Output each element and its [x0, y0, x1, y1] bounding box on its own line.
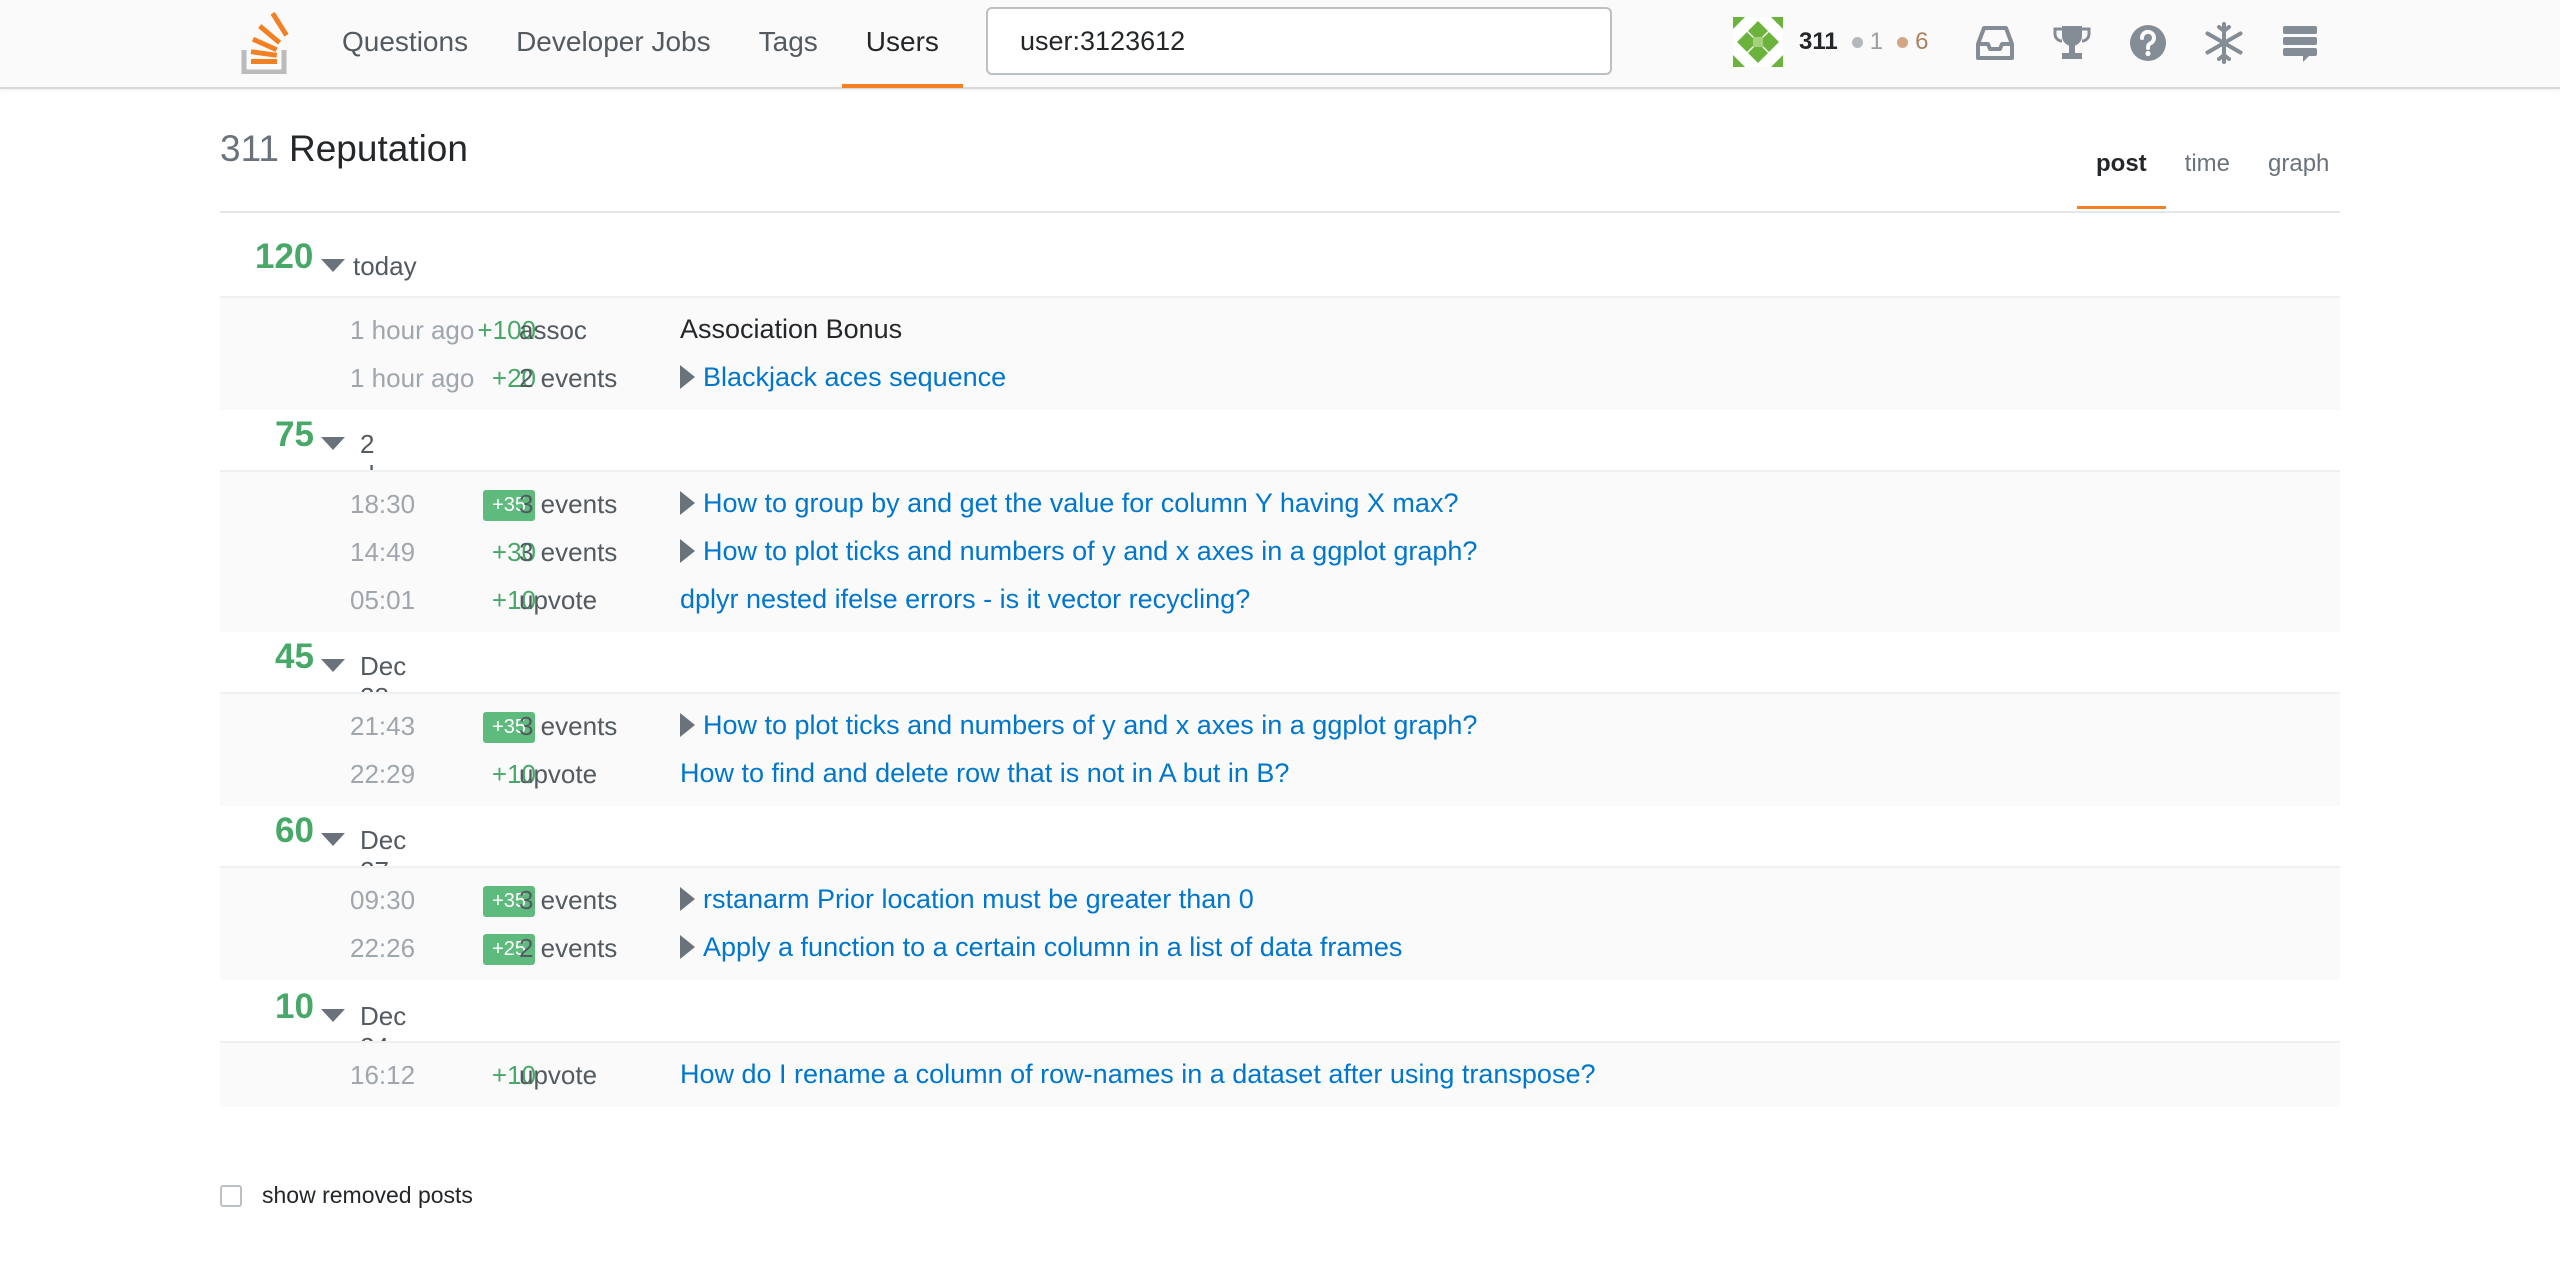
nav-users[interactable]: Users: [841, 0, 963, 88]
inbox-icon[interactable]: [1972, 20, 2018, 66]
reputation-total: 311: [220, 128, 279, 169]
collapse-caret-icon[interactable]: [321, 659, 345, 672]
event-time: 22:29: [350, 759, 416, 789]
user-reputation: 311: [1799, 28, 1838, 55]
collapse-caret-icon[interactable]: [321, 833, 345, 846]
nav-tags[interactable]: Tags: [735, 0, 842, 88]
nav-questions[interactable]: Questions: [318, 0, 492, 88]
reputation-label: Reputation: [289, 128, 468, 169]
bronze-badge-count: 6: [1897, 28, 1928, 56]
day-total: 60: [275, 811, 314, 850]
reputation-row: +30 14:49 3 events How to plot ticks and nu…: [220, 529, 2340, 577]
reputation-row: +25 22:26 2 events Apply a function to a ce…: [220, 925, 2340, 973]
show-removed-posts[interactable]: show removed posts: [220, 1182, 473, 1209]
post-link[interactable]: dplyr nested ifelse errors - is it vecto…: [680, 584, 1250, 615]
post-link[interactable]: Blackjack aces sequence: [703, 362, 1006, 393]
event-time: 18:30: [350, 489, 416, 519]
event-time: 21:43: [350, 711, 416, 741]
user-card[interactable]: 311 1 6: [1733, 16, 1942, 68]
event-time: 05:01: [350, 585, 416, 615]
silver-badge-value: 1: [1869, 28, 1884, 55]
tab-post[interactable]: post: [2077, 140, 2166, 209]
post-link[interactable]: How do I rename a column of row-names in…: [680, 1059, 1595, 1090]
silver-badge-icon: [1851, 36, 1863, 48]
main-nav: Questions Developer Jobs Tags Users: [318, 0, 963, 88]
page-title: 311 Reputation: [220, 128, 468, 170]
expand-arrow-icon[interactable]: [680, 935, 695, 959]
reputation-row: +35 21:43 3 events How to plot ticks and nu…: [220, 703, 2340, 751]
day-total: 75: [275, 415, 314, 454]
expand-arrow-icon[interactable]: [680, 539, 695, 563]
collapse-caret-icon[interactable]: [321, 259, 345, 272]
post-link[interactable]: How to find and delete row that is not i…: [680, 758, 1289, 789]
day-total: 120: [255, 237, 314, 276]
review-queue-icon[interactable]: [2201, 20, 2247, 66]
reputation-row: +100 1 hour ago assoc Association Bonus: [220, 307, 2340, 355]
tab-time[interactable]: time: [2166, 140, 2249, 209]
event-time: 14:49: [350, 537, 416, 567]
view-tabs: post time graph: [2077, 140, 2348, 209]
search-input[interactable]: [986, 7, 1612, 75]
post-link[interactable]: How to plot ticks and numbers of y and x…: [703, 710, 1477, 741]
collapse-caret-icon[interactable]: [321, 437, 345, 450]
top-bar: Questions Developer Jobs Tags Users 311 …: [0, 0, 2560, 89]
post-link[interactable]: Apply a function to a certain column in …: [703, 932, 1402, 963]
day-events: +35 18:30 3 events How to group by and get …: [220, 470, 2340, 632]
event-type: 3 events: [519, 537, 618, 567]
event-time: 1 hour ago: [350, 363, 475, 393]
trophy-icon[interactable]: [2049, 20, 2095, 66]
day-total: 45: [275, 637, 314, 676]
expand-arrow-icon[interactable]: [680, 887, 695, 911]
expand-arrow-icon[interactable]: [680, 713, 695, 737]
day-events: +100 1 hour ago assoc Association Bonus +20 1…: [220, 296, 2340, 410]
reputation-row: +10 05:01 upvote dplyr nested ifelse errors…: [220, 577, 2340, 625]
stack-overflow-logo-icon[interactable]: [240, 12, 296, 74]
event-time: 22:26: [350, 933, 416, 963]
event-time: 09:30: [350, 885, 416, 915]
event-time: 1 hour ago: [350, 315, 475, 345]
day-date: today: [353, 251, 417, 281]
post-link[interactable]: rstanarm Prior location must be greater …: [703, 884, 1254, 915]
expand-arrow-icon[interactable]: [680, 491, 695, 515]
reputation-row: +20 1 hour ago 2 events Blackjack aces sequ…: [220, 355, 2340, 403]
event-type: 3 events: [519, 489, 618, 519]
divider: [220, 211, 2340, 213]
event-type: upvote: [519, 1060, 598, 1090]
day-events: +35 21:43 3 events How to plot ticks and nu…: [220, 692, 2340, 806]
post-link[interactable]: How to plot ticks and numbers of y and x…: [703, 536, 1477, 567]
avatar[interactable]: [1733, 17, 1783, 67]
tab-graph[interactable]: graph: [2249, 140, 2348, 209]
event-type: 2 events: [519, 363, 618, 393]
reputation-row: +35 09:30 3 events rstanarm Prior location …: [220, 877, 2340, 925]
reputation-row: +10 16:12 upvote How do I rename a column o…: [220, 1052, 2340, 1100]
event-time: 16:12: [350, 1060, 416, 1090]
event-type: upvote: [519, 585, 598, 615]
reputation-row: +35 18:30 3 events How to group by and get …: [220, 481, 2340, 529]
bronze-badge-value: 6: [1915, 28, 1929, 55]
show-removed-checkbox[interactable]: [220, 1184, 242, 1207]
day-events: +10 16:12 upvote How do I rename a column o…: [220, 1041, 2340, 1107]
event-type: upvote: [519, 759, 598, 789]
day-total: 10: [275, 987, 314, 1026]
post-link[interactable]: How to group by and get the value for co…: [703, 488, 1458, 519]
nav-developer-jobs[interactable]: Developer Jobs: [492, 0, 735, 88]
event-type: 3 events: [519, 711, 618, 741]
event-type: assoc: [519, 315, 587, 345]
silver-badge-count: 1: [1851, 28, 1884, 56]
event-type: 3 events: [519, 885, 618, 915]
day-events: +35 09:30 3 events rstanarm Prior location …: [220, 866, 2340, 980]
bronze-badge-icon: [1897, 36, 1909, 48]
collapse-caret-icon[interactable]: [321, 1009, 345, 1022]
site-switcher-icon[interactable]: [2277, 20, 2323, 66]
expand-arrow-icon[interactable]: [680, 365, 695, 389]
reputation-row: +10 22:29 upvote How to find and delete row…: [220, 751, 2340, 799]
show-removed-label: show removed posts: [262, 1182, 473, 1208]
event-title: Association Bonus: [680, 314, 903, 344]
event-type: 2 events: [519, 933, 618, 963]
help-icon[interactable]: [2125, 20, 2171, 66]
